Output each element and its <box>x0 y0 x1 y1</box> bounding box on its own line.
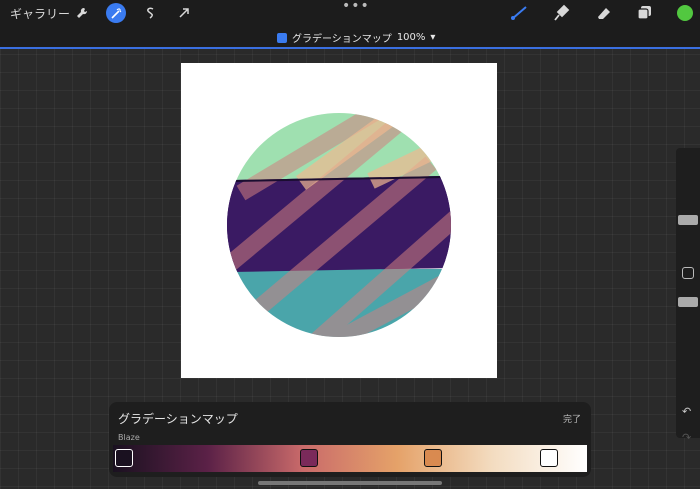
gradient-bar[interactable] <box>113 445 587 472</box>
transform-arrow-icon[interactable] <box>174 3 194 23</box>
brush-opacity-slider[interactable] <box>678 297 698 307</box>
more-menu[interactable]: ••• <box>342 0 370 14</box>
gradient-map-panel: グラデーションマップ 完了 Blaze <box>109 402 591 477</box>
gallery-button[interactable]: ギャラリー <box>10 5 70 22</box>
magic-wand-icon[interactable] <box>106 3 126 23</box>
gradient-stop[interactable] <box>300 449 318 467</box>
modify-button[interactable] <box>682 267 694 279</box>
smudge-icon[interactable] <box>551 3 573 23</box>
artwork-canvas[interactable] <box>181 63 497 378</box>
redo-icon[interactable]: ↷ <box>682 431 691 444</box>
selection-icon[interactable] <box>140 3 160 23</box>
panel-title: グラデーションマップ <box>118 412 238 426</box>
artwork-image <box>227 113 451 337</box>
home-indicator <box>258 481 442 485</box>
layers-icon[interactable] <box>634 3 656 23</box>
gradient-stop[interactable] <box>115 449 133 467</box>
done-button[interactable]: 完了 <box>563 412 581 425</box>
wrench-icon[interactable] <box>72 3 92 23</box>
color-swatch-button[interactable] <box>677 5 693 21</box>
layer-opacity: 100% <box>396 32 426 43</box>
layer-title[interactable]: グラデーションマップ 100% ▾ <box>277 30 435 45</box>
right-sidebar <box>676 148 700 438</box>
eraser-icon[interactable] <box>592 3 614 23</box>
undo-icon[interactable]: ↶ <box>682 405 691 418</box>
layer-name: グラデーションマップ <box>292 34 392 45</box>
brush-size-slider[interactable] <box>678 215 698 225</box>
layer-thumbnail-icon <box>277 32 287 43</box>
preset-name: Blaze <box>118 433 140 442</box>
gradient-stop[interactable] <box>540 449 558 467</box>
gradient-stop[interactable] <box>424 449 442 467</box>
brush-icon[interactable] <box>508 3 530 23</box>
chevron-down-icon: ▾ <box>430 32 436 43</box>
